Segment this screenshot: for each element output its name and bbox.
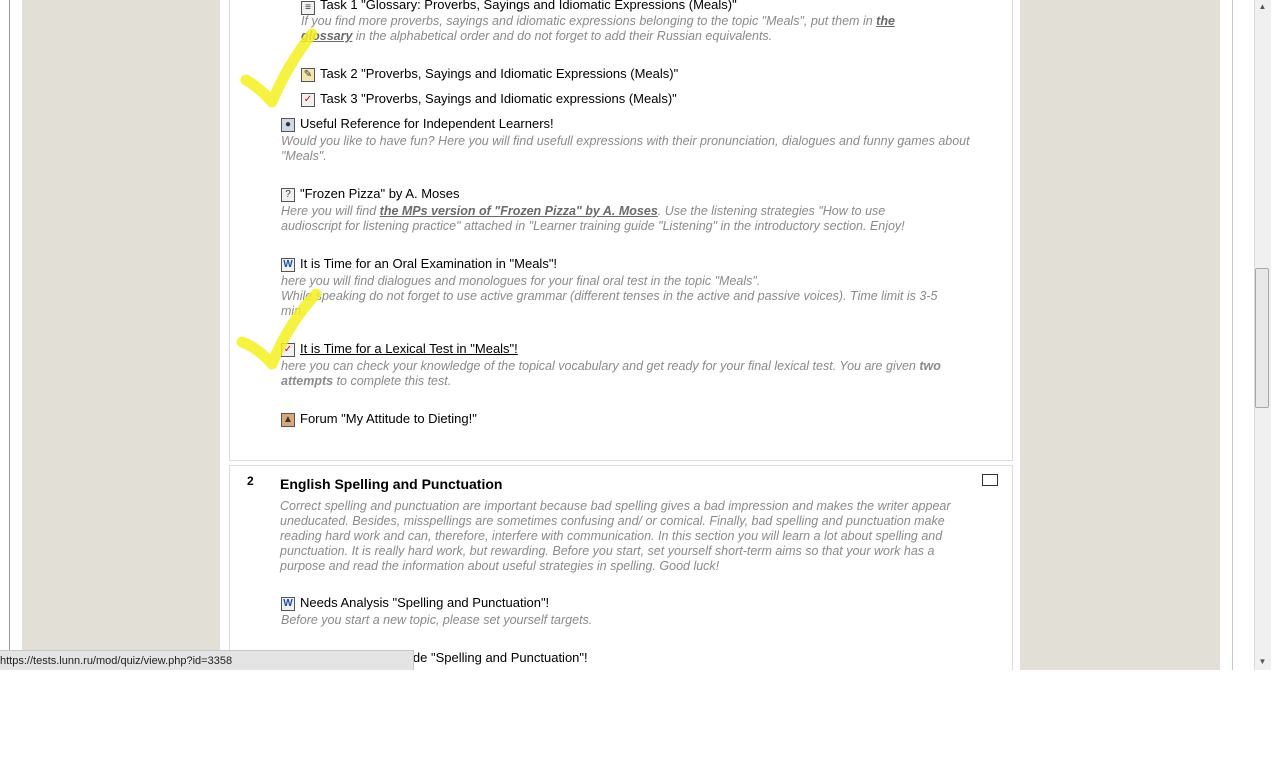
left-edge-line (9, 0, 10, 670)
scroll-up-icon[interactable]: ▲ (1255, 0, 1270, 14)
browser-viewport: ≡ Task 1 "Glossary: Proverbs, Sayings an… (0, 0, 1254, 670)
mp3-version-link[interactable]: the MPs version of "Frozen Pizza" by A. … (380, 204, 658, 218)
left-sidebar-column (22, 0, 220, 670)
frozen-pizza-link[interactable]: "Frozen Pizza" by A. Moses (300, 186, 460, 201)
course-section-1: ≡ Task 1 "Glossary: Proverbs, Sayings an… (229, 0, 1013, 461)
highlight-checkmark-icon (236, 288, 322, 370)
right-sidebar-column (1020, 0, 1220, 670)
needs-analysis-link[interactable]: Needs Analysis "Spelling and Punctuation… (300, 595, 549, 610)
needs-analysis-description: Before you start a new topic, please set… (281, 613, 593, 627)
scroll-down-icon[interactable]: ▼ (1255, 655, 1270, 669)
scrollbar-thumb[interactable] (1255, 268, 1269, 408)
status-bar-url: https://tests.lunn.ru/mod/quiz/view.php?… (0, 650, 414, 670)
task1-description: If you find more proverbs, sayings and i… (301, 14, 895, 43)
section-description: Correct spelling and punctuation are imp… (280, 499, 951, 573)
oral-exam-link[interactable]: It is Time for an Oral Examination in "M… (300, 256, 557, 271)
frozen-pizza-description: Here you will find the MPs version of "F… (281, 204, 905, 233)
word-doc-icon: W (281, 597, 295, 611)
section-title: English Spelling and Punctuation (280, 476, 503, 492)
right-edge-line (1232, 0, 1233, 670)
globe-icon: ● (281, 118, 295, 132)
task1-link[interactable]: Task 1 "Glossary: Proverbs, Sayings and … (320, 0, 737, 12)
forum-icon: ▲ (281, 413, 295, 427)
forum-link[interactable]: Forum "My Attitude to Dieting!" (300, 411, 477, 426)
lexical-test-description: here you can check your knowledge of the… (281, 359, 941, 388)
course-section-2: 2 English Spelling and Punctuation Corre… (229, 465, 1013, 670)
lexical-test-link[interactable]: It is Time for a Lexical Test in "Meals"… (300, 341, 518, 356)
task3-link[interactable]: Task 3 "Proverbs, Sayings and Idiomatic … (320, 91, 677, 106)
word-doc-icon: W (281, 258, 295, 272)
section-highlight-toggle[interactable] (982, 474, 998, 486)
glossary-icon: ≡ (301, 1, 315, 15)
section-number: 2 (247, 474, 254, 488)
learner-guide-link[interactable]: ide "Spelling and Punctuation"! (410, 650, 588, 665)
highlight-checkmark-icon (240, 28, 318, 108)
oral-exam-description: here you will find dialogues and monolog… (281, 274, 938, 318)
question-icon: ? (281, 188, 295, 202)
task2-link[interactable]: Task 2 "Proverbs, Sayings and Idiomatic … (320, 66, 678, 81)
useful-reference-link[interactable]: Useful Reference for Independent Learner… (300, 116, 554, 131)
useful-reference-description: Would you like to have fun? Here you wil… (281, 134, 970, 163)
